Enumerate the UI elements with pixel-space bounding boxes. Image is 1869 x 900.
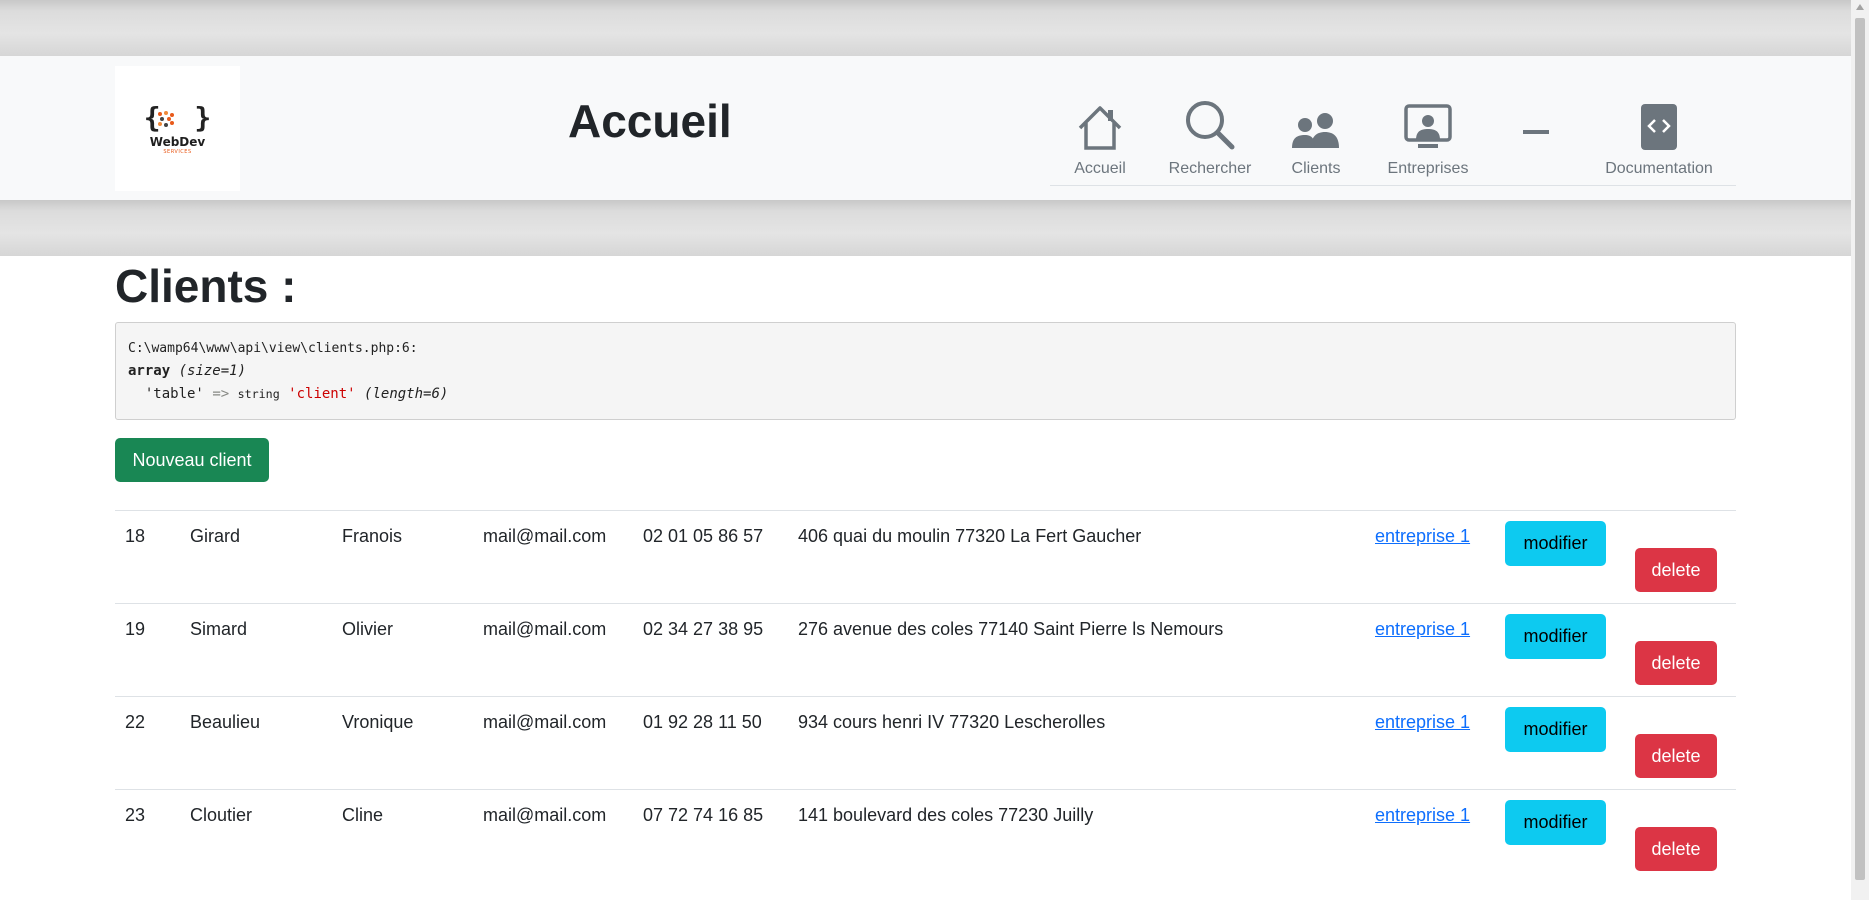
nav-item-accueil[interactable]: Accueil	[1072, 60, 1128, 178]
cell-mail: mail@mail.com	[483, 805, 607, 825]
vertical-scrollbar[interactable]	[1851, 0, 1869, 900]
table-row: 22 Beaulieu Vronique mail@mail.com 01 92…	[115, 696, 1736, 789]
debug-entry-line: 'table' => string 'client' (length=6)	[128, 383, 1723, 406]
nav-label-rechercher: Rechercher	[1168, 160, 1252, 177]
navbar: { } WebDev SERVICES Accueil Accueil Rech…	[0, 56, 1851, 200]
debug-valtype: string	[237, 387, 280, 401]
cell-id: 22	[125, 712, 146, 732]
cell-nom: Beaulieu	[190, 712, 261, 732]
entreprise-link[interactable]: entreprise 1	[1375, 805, 1470, 826]
cell-nom: Girard	[190, 526, 241, 546]
cell-prenom: Cline	[342, 805, 384, 825]
debug-type: array	[128, 363, 171, 379]
nav-item-documentation[interactable]: Documentation	[1604, 60, 1714, 178]
dash-icon	[1523, 94, 1549, 134]
clients-table: 18 Girard Franois mail@mail.com 02 01 05…	[115, 510, 1736, 882]
cell-tel: 02 01 05 86 57	[643, 526, 764, 546]
nav-label-clients: Clients	[1291, 160, 1341, 177]
cell-id: 23	[125, 805, 146, 825]
debug-output: C:\wamp64\www\api\view\clients.php:6: ar…	[115, 322, 1736, 420]
cell-adresse: 406 quai du moulin 77320 La Fert Gaucher	[798, 526, 1142, 546]
cell-prenom: Franois	[342, 526, 403, 546]
search-icon	[1185, 94, 1235, 150]
modify-button[interactable]: modifier	[1505, 707, 1606, 752]
logo-name: WebDev	[149, 134, 206, 149]
debug-size: (size=1)	[178, 363, 247, 379]
entreprise-link[interactable]: entreprise 1	[1375, 526, 1470, 547]
table-row: 23 Cloutier Cline mail@mail.com 07 72 74…	[115, 789, 1736, 882]
person-workspace-icon	[1404, 94, 1452, 150]
cell-id: 19	[125, 619, 146, 639]
debug-key: 'table'	[144, 386, 204, 402]
new-client-button[interactable]: Nouveau client	[115, 438, 269, 482]
nav-item-entreprises[interactable]: Entreprises	[1383, 60, 1473, 178]
logo[interactable]: { } WebDev SERVICES	[115, 66, 240, 191]
table-row: 19 Simard Olivier mail@mail.com 02 34 27…	[115, 603, 1736, 696]
logo-sub: SERVICES	[163, 148, 192, 155]
debug-arrow: =>	[212, 386, 230, 402]
nav-item-rechercher[interactable]: Rechercher	[1165, 60, 1255, 178]
cell-mail: mail@mail.com	[483, 526, 607, 546]
cell-adresse: 934 cours henri IV 77320 Lescherolles	[798, 712, 1106, 732]
cell-tel: 07 72 74 16 85	[643, 805, 764, 825]
entreprise-link[interactable]: entreprise 1	[1375, 712, 1470, 733]
nav-item-dash[interactable]	[1521, 60, 1551, 134]
entreprise-link[interactable]: entreprise 1	[1375, 619, 1470, 640]
cell-adresse: 276 avenue des coles 77140 Saint Pierre …	[798, 619, 1224, 639]
table-row: 18 Girard Franois mail@mail.com 02 01 05…	[115, 510, 1736, 603]
top-band	[0, 0, 1851, 56]
nav-menu: Accueil Rechercher Clients Entreprises D…	[1050, 60, 1736, 186]
house-icon	[1076, 94, 1124, 150]
cell-mail: mail@mail.com	[483, 619, 607, 639]
cell-tel: 01 92 28 11 50	[643, 712, 762, 732]
delete-button[interactable]: delete	[1635, 827, 1717, 871]
bottom-band	[0, 200, 1851, 256]
scroll-up-arrow-icon[interactable]	[1856, 4, 1864, 10]
modify-button[interactable]: modifier	[1505, 614, 1606, 659]
nav-label-entreprises: Entreprises	[1387, 160, 1469, 177]
section-title: Clients :	[115, 260, 297, 312]
code-square-icon	[1641, 94, 1677, 150]
logo-dots-icon	[157, 110, 174, 127]
nav-label-accueil: Accueil	[1074, 160, 1126, 177]
nav-item-clients[interactable]: Clients	[1288, 60, 1344, 178]
page-title: Accueil	[568, 95, 732, 147]
scrollbar-thumb[interactable]	[1855, 18, 1865, 880]
modify-button[interactable]: modifier	[1505, 800, 1606, 845]
nav-label-documentation: Documentation	[1605, 160, 1713, 177]
debug-path: C:\wamp64\www\api\view\clients.php:6:	[128, 341, 418, 356]
people-icon	[1291, 94, 1341, 150]
cell-prenom: Olivier	[342, 619, 394, 639]
delete-button[interactable]: delete	[1635, 641, 1717, 685]
cell-id: 18	[125, 526, 146, 546]
cell-nom: Simard	[190, 619, 248, 639]
cell-nom: Cloutier	[190, 805, 253, 825]
cell-prenom: Vronique	[342, 712, 414, 732]
delete-button[interactable]: delete	[1635, 734, 1717, 778]
debug-array-line: array (size=1)	[128, 360, 1723, 383]
cell-tel: 02 34 27 38 95	[643, 619, 764, 639]
cell-adresse: 141 boulevard des coles 77230 Juilly	[798, 805, 1094, 825]
logo-braces-icon: { }	[143, 100, 212, 134]
cell-mail: mail@mail.com	[483, 712, 607, 732]
debug-value: 'client'	[288, 386, 356, 402]
delete-button[interactable]: delete	[1635, 548, 1717, 592]
modify-button[interactable]: modifier	[1505, 521, 1606, 566]
debug-length: (length=6)	[364, 386, 449, 402]
